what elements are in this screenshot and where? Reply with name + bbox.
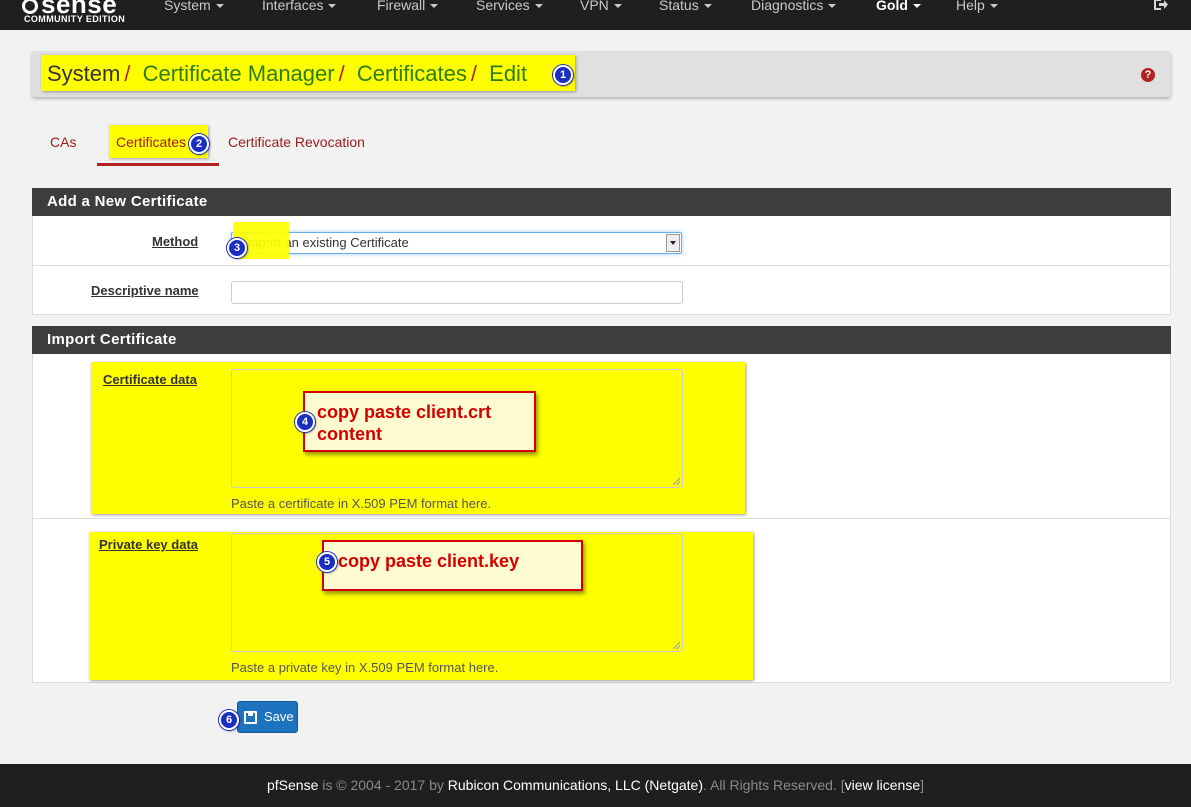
top-navbar: sense COMMUNITY EDITION System Interface… xyxy=(0,0,1191,30)
step-badge-4: 4 xyxy=(295,412,315,432)
footer-copyright: is © 2004 - 2017 by xyxy=(322,777,444,793)
breadcrumb-certificate-manager[interactable]: Certificate Manager xyxy=(143,61,335,86)
resize-grip-icon[interactable] xyxy=(673,642,680,649)
chevron-down-icon xyxy=(703,4,712,8)
descriptive-name-label: Descriptive name xyxy=(91,283,199,298)
breadcrumb-certificates[interactable]: Certificates xyxy=(357,61,467,86)
step-badge-3: 3 xyxy=(227,238,247,258)
step-badge-6: 6 xyxy=(219,710,239,730)
save-button-label: Save xyxy=(264,709,294,724)
footer-company-link[interactable]: Rubicon Communications, LLC (Netgate) xyxy=(448,777,703,793)
footer-rights: . All Rights Reserved. [ xyxy=(703,777,845,793)
panel-title-import-certificate: Import Certificate xyxy=(32,326,1171,354)
method-select[interactable]: Import an existing Certificate xyxy=(231,232,682,254)
breadcrumb: System / Certificate Manager / Certificate… xyxy=(47,61,527,87)
chevron-down-icon xyxy=(989,4,998,8)
menu-diagnostics[interactable]: Diagnostics xyxy=(751,0,837,13)
chevron-down-icon xyxy=(534,4,543,8)
tab-cas[interactable]: CAs xyxy=(50,134,76,150)
certificate-data-label: Certificate data xyxy=(103,372,197,387)
footer-product[interactable]: pfSense xyxy=(267,777,318,793)
callout-certificate: copy paste client.crt content xyxy=(303,391,536,452)
menu-gold[interactable]: Gold xyxy=(876,0,921,13)
pfsense-logo[interactable]: sense COMMUNITY EDITION xyxy=(22,0,134,25)
step-badge-1: 1 xyxy=(553,65,573,85)
footer-bracket: ] xyxy=(920,777,924,793)
menu-interfaces[interactable]: Interfaces xyxy=(262,0,337,13)
brand-edition: COMMUNITY EDITION xyxy=(24,14,126,24)
save-button[interactable]: Save xyxy=(237,701,298,733)
breadcrumb-separator: / xyxy=(338,61,345,86)
chevron-down-icon xyxy=(828,4,837,8)
chevron-down-icon xyxy=(215,4,224,8)
chevron-down-icon xyxy=(912,4,921,8)
row-divider xyxy=(33,518,1170,519)
method-label: Method xyxy=(152,234,199,249)
footer-license-link[interactable]: view license xyxy=(845,777,920,793)
row-divider xyxy=(33,265,1170,266)
breadcrumb-separator: / xyxy=(470,61,478,86)
tab-certificates[interactable]: Certificates xyxy=(116,134,186,150)
private-key-data-label: Private key data xyxy=(99,537,199,552)
panel-title-new-certificate: Add a New Certificate xyxy=(32,188,1171,216)
select-caret-icon[interactable] xyxy=(666,234,680,252)
save-icon xyxy=(244,711,257,724)
step-badge-5: 5 xyxy=(317,552,337,572)
chevron-down-icon xyxy=(430,4,439,8)
menu-firewall[interactable]: Firewall xyxy=(377,0,439,13)
chevron-down-icon xyxy=(613,4,622,8)
certificate-data-help: Paste a certificate in X.509 PEM format … xyxy=(231,496,492,511)
help-icon[interactable]: ? xyxy=(1141,68,1155,82)
menu-system[interactable]: System xyxy=(164,0,224,13)
breadcrumb-root: System xyxy=(47,61,121,86)
active-tab-underline xyxy=(97,163,219,166)
footer: pfSense is © 2004 - 2017 by Rubicon Comm… xyxy=(0,764,1191,807)
breadcrumb-separator: / xyxy=(124,61,131,86)
private-key-data-help: Paste a private key in X.509 PEM format … xyxy=(231,660,499,675)
descriptive-name-input[interactable] xyxy=(231,281,683,304)
menu-help[interactable]: Help xyxy=(956,0,998,13)
menu-status[interactable]: Status xyxy=(659,0,712,13)
breadcrumb-edit[interactable]: Edit xyxy=(489,61,527,86)
step-badge-2: 2 xyxy=(189,134,209,154)
menu-services[interactable]: Services xyxy=(476,0,543,13)
logout-icon[interactable] xyxy=(1153,0,1169,11)
resize-grip-icon[interactable] xyxy=(673,478,680,485)
chevron-down-icon xyxy=(328,4,337,8)
callout-private-key: copy paste client.key xyxy=(322,540,583,591)
tab-certificate-revocation[interactable]: Certificate Revocation xyxy=(228,134,365,150)
menu-vpn[interactable]: VPN xyxy=(580,0,622,13)
